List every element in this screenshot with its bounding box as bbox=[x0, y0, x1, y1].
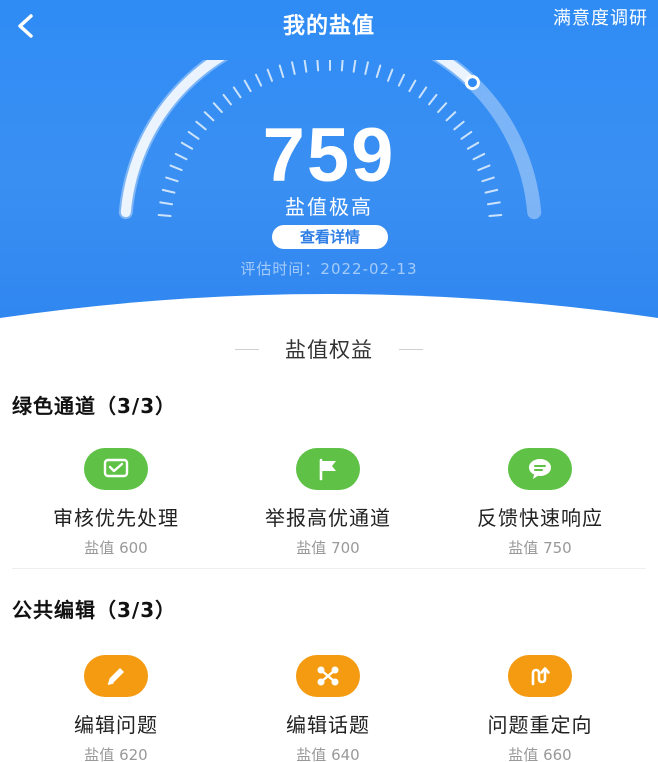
gauge-tick bbox=[428, 93, 438, 106]
gauge-tick bbox=[243, 79, 252, 93]
perk-name: 反馈快速响应 bbox=[477, 506, 603, 530]
perk-value: 盐值 620 bbox=[84, 746, 148, 762]
gauge-tick bbox=[340, 60, 344, 72]
divider-dash bbox=[235, 348, 259, 350]
pencil-icon bbox=[84, 655, 148, 697]
rights-section-title: 盐值权益 bbox=[285, 338, 373, 362]
gauge-tick bbox=[418, 86, 428, 99]
perk-edit-question[interactable]: 编辑问题 盐值 620 bbox=[16, 655, 216, 762]
group-title-public-edit: 公共编辑（3/3） bbox=[12, 598, 177, 622]
perk-name: 审核优先处理 bbox=[53, 506, 179, 530]
score-level: 盐值极高 bbox=[285, 195, 373, 219]
gauge-tick bbox=[316, 60, 320, 72]
perk-value: 盐值 700 bbox=[296, 539, 360, 557]
gauge-tick bbox=[375, 64, 382, 78]
score-value: 759 bbox=[262, 113, 396, 198]
gauge-tick bbox=[364, 61, 369, 75]
divider-dash bbox=[399, 348, 423, 350]
evaluation-time: 评估时间：2022-02-13 bbox=[240, 260, 418, 278]
perk-report-priority[interactable]: 举报高优通道 盐值 700 bbox=[228, 448, 428, 558]
gauge-tick bbox=[278, 64, 285, 78]
gauge-tick bbox=[386, 68, 394, 82]
redirect-icon bbox=[508, 655, 572, 697]
view-detail-button[interactable]: 查看详情 bbox=[272, 225, 388, 249]
flag-icon bbox=[296, 448, 360, 490]
gauge-tick bbox=[437, 102, 448, 114]
perk-name: 编辑话题 bbox=[286, 713, 370, 737]
gauge-tick bbox=[303, 60, 308, 73]
gauge-tick bbox=[232, 86, 242, 99]
check-chat-icon bbox=[84, 448, 148, 490]
nodes-icon bbox=[296, 655, 360, 697]
gauge-tick bbox=[397, 73, 406, 87]
gauge-indicator bbox=[464, 75, 480, 91]
rights-section-header: 盐值权益 bbox=[0, 334, 658, 364]
perk-review-priority[interactable]: 审核优先处理 盐值 600 bbox=[16, 448, 216, 558]
group-divider bbox=[12, 568, 646, 569]
perk-question-redirect[interactable]: 问题重定向 盐值 660 bbox=[440, 655, 640, 762]
perk-value: 盐值 640 bbox=[296, 746, 360, 762]
gauge-tick bbox=[266, 68, 274, 82]
perk-feedback-response[interactable]: 反馈快速响应 盐值 750 bbox=[440, 448, 640, 558]
perk-value: 盐值 600 bbox=[84, 539, 148, 557]
perk-name: 举报高优通道 bbox=[265, 506, 391, 530]
perk-value: 盐值 750 bbox=[508, 539, 572, 557]
perk-value: 盐值 660 bbox=[508, 746, 572, 762]
perk-name: 问题重定向 bbox=[487, 713, 593, 737]
survey-link[interactable]: 满意度调研 bbox=[553, 4, 648, 30]
gauge-tick bbox=[408, 79, 417, 93]
gauge-tick bbox=[254, 73, 263, 87]
perk-name: 编辑问题 bbox=[74, 713, 158, 737]
score-header: 我的盐值 满意度调研 759 盐值极高 查看详情 评估时间：2022-02-13 bbox=[0, 0, 658, 330]
group-title-green-channel: 绿色通道（3/3） bbox=[12, 394, 177, 418]
gauge-tick bbox=[291, 61, 296, 75]
gauge-tick bbox=[212, 102, 223, 114]
gauge-tick bbox=[352, 60, 357, 73]
perk-edit-topic[interactable]: 编辑话题 盐值 640 bbox=[228, 655, 428, 762]
chat-icon bbox=[508, 448, 572, 490]
gauge-tick bbox=[222, 93, 232, 106]
